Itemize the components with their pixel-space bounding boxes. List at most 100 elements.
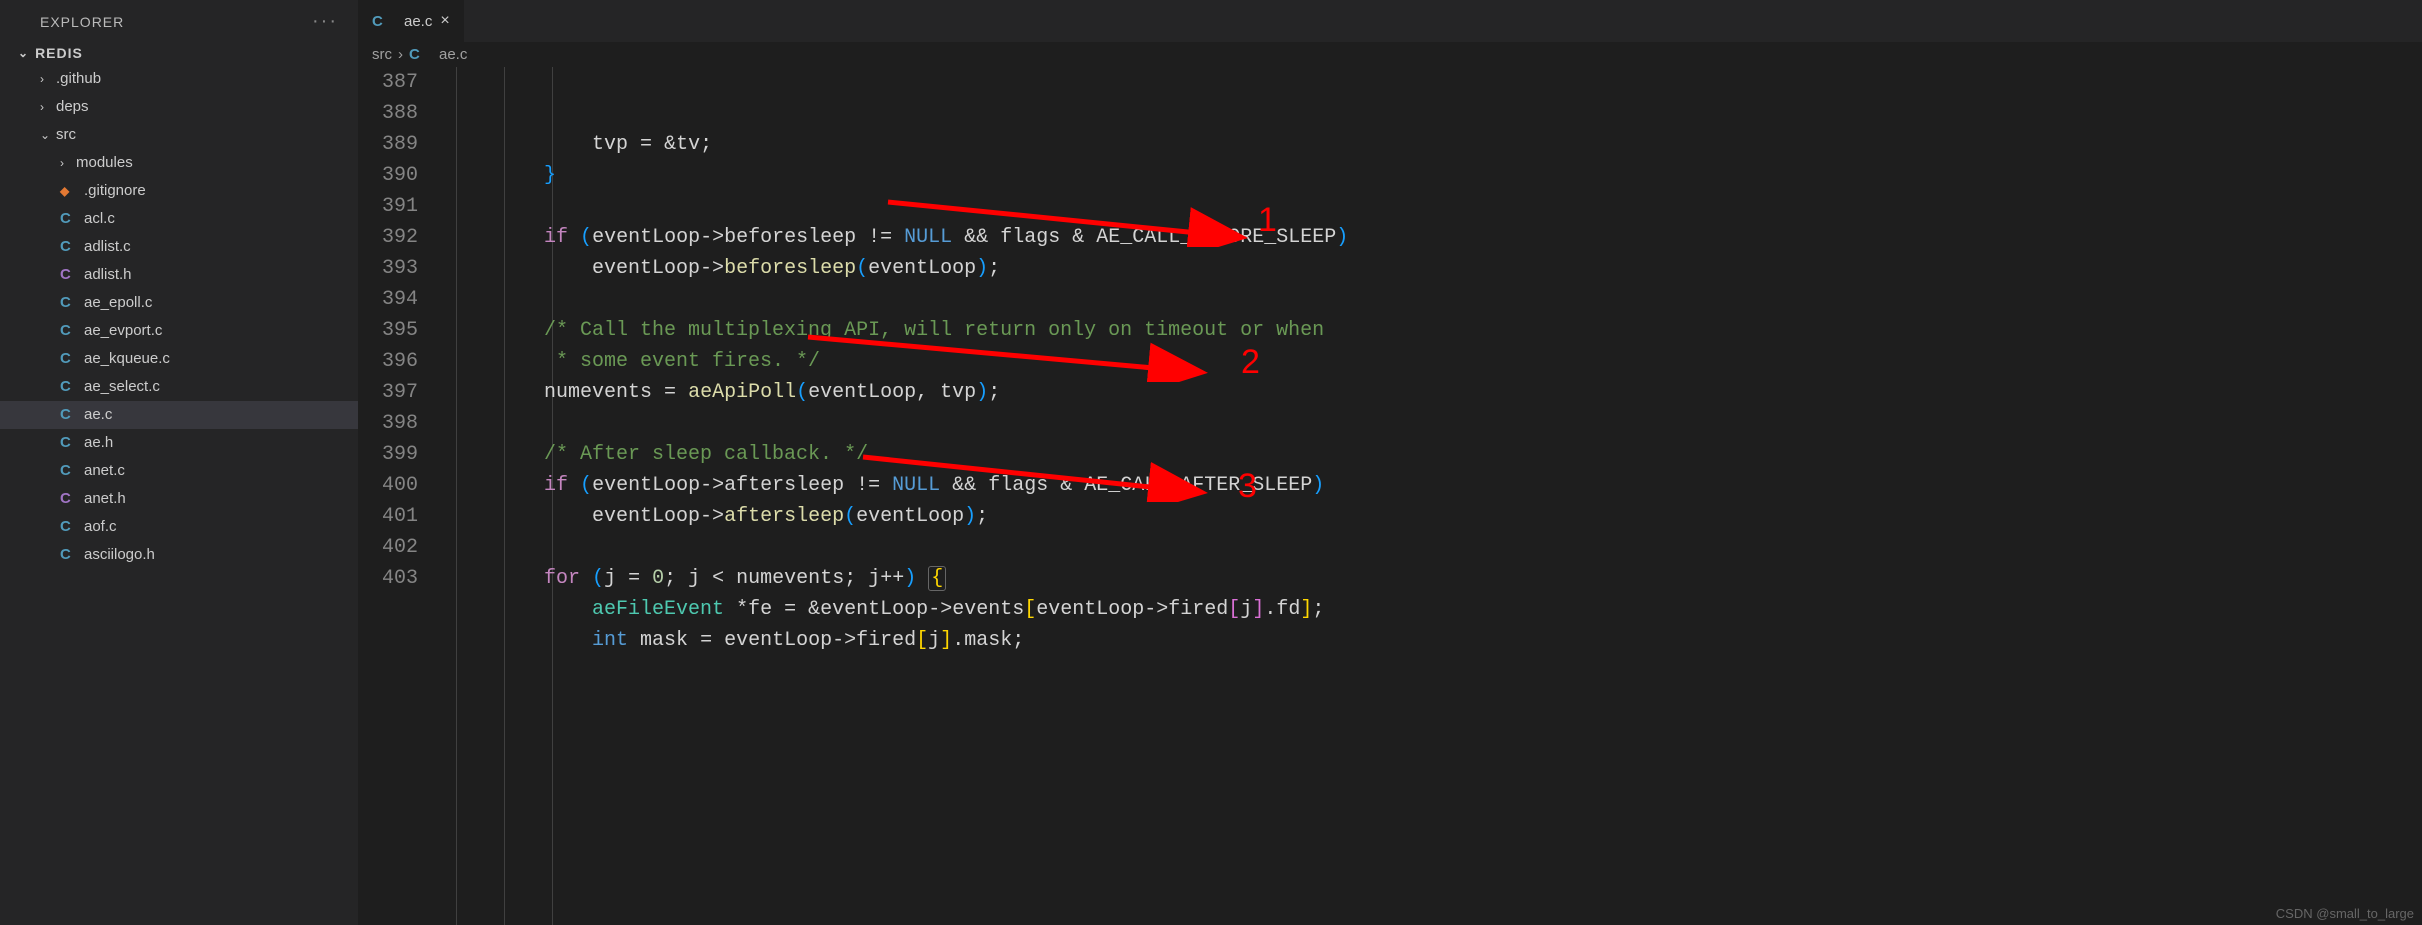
- code-line[interactable]: /* Call the multiplexing API, will retur…: [448, 315, 2422, 346]
- tab-ae-c[interactable]: C ae.c ×: [358, 0, 464, 42]
- c-file-icon: C: [372, 13, 390, 30]
- line-gutter: 3873883893903913923933943953963973983994…: [358, 67, 448, 925]
- breadcrumbs[interactable]: src › C ae.c: [358, 42, 2422, 67]
- line-number: 393: [358, 253, 418, 284]
- tree-item-deps[interactable]: ›deps: [0, 93, 358, 121]
- chevron-right-icon: ›: [40, 93, 56, 121]
- code-line[interactable]: numevents = aeApiPoll(eventLoop, tvp);: [448, 377, 2422, 408]
- tab-label: ae.c: [404, 13, 432, 30]
- tree-item-ae_kqueue-c[interactable]: Cae_kqueue.c: [0, 345, 358, 373]
- chevron-down-icon: ⌄: [40, 121, 56, 149]
- code-line[interactable]: eventLoop->beforesleep(eventLoop);: [448, 253, 2422, 284]
- code-line[interactable]: for (j = 0; j < numevents; j++) {: [448, 563, 2422, 594]
- tree-item-ae_select-c[interactable]: Cae_select.c: [0, 373, 358, 401]
- code-line[interactable]: if (eventLoop->beforesleep != NULL && fl…: [448, 222, 2422, 253]
- tree-item-label: ae_epoll.c: [84, 289, 152, 317]
- c-file-icon: C: [60, 429, 78, 457]
- tree-item--gitignore[interactable]: ◆.gitignore: [0, 177, 358, 205]
- tree-item-acl-c[interactable]: Cacl.c: [0, 205, 358, 233]
- c-file-icon: C: [60, 289, 78, 317]
- tree-item-aof-c[interactable]: Caof.c: [0, 513, 358, 541]
- code-editor[interactable]: 3873883893903913923933943953963973983994…: [358, 67, 2422, 925]
- tree-item-ae-c[interactable]: Cae.c: [0, 401, 358, 429]
- c-file-icon: C: [60, 205, 78, 233]
- line-number: 400: [358, 470, 418, 501]
- close-icon[interactable]: ×: [440, 12, 449, 30]
- tree-item-adlist-h[interactable]: Cadlist.h: [0, 261, 358, 289]
- tree-item-src[interactable]: ⌄src: [0, 121, 358, 149]
- tree-item-label: anet.h: [84, 485, 126, 513]
- tree-item-ae_evport-c[interactable]: Cae_evport.c: [0, 317, 358, 345]
- folder-section-title: REDIS: [35, 45, 83, 61]
- chevron-down-icon: ⌄: [18, 46, 29, 60]
- code-line[interactable]: aeFileEvent *fe = &eventLoop->events[eve…: [448, 594, 2422, 625]
- tree-item-label: ae.c: [84, 401, 112, 429]
- line-number: 402: [358, 532, 418, 563]
- c-file-icon: C: [60, 457, 78, 485]
- breadcrumb-seg[interactable]: src: [372, 46, 392, 63]
- code-line[interactable]: /* After sleep callback. */: [448, 439, 2422, 470]
- tree-item-label: asciilogo.h: [84, 541, 155, 569]
- git-file-icon: ◆: [60, 177, 78, 205]
- line-number: 391: [358, 191, 418, 222]
- tree-item-label: .gitignore: [84, 177, 146, 205]
- code-line[interactable]: [448, 191, 2422, 222]
- breadcrumb-seg[interactable]: ae.c: [439, 46, 467, 63]
- tree-item-label: acl.c: [84, 205, 115, 233]
- chevron-right-icon: ›: [60, 149, 76, 177]
- line-number: 397: [358, 377, 418, 408]
- editor-pane: C ae.c × src › C ae.c 387388389390391392…: [358, 0, 2422, 925]
- line-number: 389: [358, 129, 418, 160]
- tree-item-anet-c[interactable]: Canet.c: [0, 457, 358, 485]
- line-number: 388: [358, 98, 418, 129]
- code-line[interactable]: eventLoop->aftersleep(eventLoop);: [448, 501, 2422, 532]
- tree-item-label: .github: [56, 65, 101, 93]
- explorer-sidebar: EXPLORER ··· ⌄ REDIS ›.github›deps⌄src›m…: [0, 0, 358, 925]
- line-number: 398: [358, 408, 418, 439]
- h-file-icon: C: [60, 485, 78, 513]
- code-line[interactable]: int mask = eventLoop->fired[j].mask;: [448, 625, 2422, 656]
- line-number: 390: [358, 160, 418, 191]
- line-number: 387: [358, 67, 418, 98]
- code-line[interactable]: }: [448, 160, 2422, 191]
- tree-item-label: modules: [76, 149, 133, 177]
- c-file-icon: C: [60, 513, 78, 541]
- explorer-title: EXPLORER: [40, 14, 124, 30]
- code-line[interactable]: [448, 284, 2422, 315]
- tree-item-anet-h[interactable]: Canet.h: [0, 485, 358, 513]
- file-tree: ›.github›deps⌄src›modules◆.gitignoreCacl…: [0, 65, 358, 569]
- breadcrumb-sep: ›: [398, 46, 403, 63]
- tree-item-ae-h[interactable]: Cae.h: [0, 429, 358, 457]
- tree-item-modules[interactable]: ›modules: [0, 149, 358, 177]
- code-line[interactable]: * some event fires. */: [448, 346, 2422, 377]
- tree-item-ae_epoll-c[interactable]: Cae_epoll.c: [0, 289, 358, 317]
- tree-item-label: ae.h: [84, 429, 113, 457]
- code-line[interactable]: [448, 532, 2422, 563]
- tree-item-asciilogo-h[interactable]: Casciilogo.h: [0, 541, 358, 569]
- chevron-right-icon: ›: [40, 65, 56, 93]
- code-line[interactable]: if (eventLoop->aftersleep != NULL && fla…: [448, 470, 2422, 501]
- tree-item--github[interactable]: ›.github: [0, 65, 358, 93]
- tree-item-label: aof.c: [84, 513, 117, 541]
- explorer-more-icon[interactable]: ···: [312, 10, 338, 33]
- code-content[interactable]: tvp = &tv; } if (eventLoop->beforesleep …: [448, 67, 2422, 925]
- line-number: 403: [358, 563, 418, 594]
- tree-item-adlist-c[interactable]: Cadlist.c: [0, 233, 358, 261]
- c-file-icon: C: [60, 401, 78, 429]
- c-file-icon: C: [60, 541, 78, 569]
- tree-item-label: src: [56, 121, 76, 149]
- line-number: 394: [358, 284, 418, 315]
- folder-section-header[interactable]: ⌄ REDIS: [0, 41, 358, 65]
- code-line[interactable]: [448, 408, 2422, 439]
- c-file-icon: C: [60, 345, 78, 373]
- tree-item-label: adlist.h: [84, 261, 132, 289]
- tree-item-label: anet.c: [84, 457, 125, 485]
- tree-item-label: deps: [56, 93, 89, 121]
- tree-item-label: ae_select.c: [84, 373, 160, 401]
- explorer-header: EXPLORER ···: [0, 0, 358, 41]
- watermark: CSDN @small_to_large: [2276, 906, 2414, 921]
- line-number: 399: [358, 439, 418, 470]
- code-line[interactable]: tvp = &tv;: [448, 129, 2422, 160]
- c-file-icon: C: [60, 317, 78, 345]
- c-file-icon: C: [409, 46, 427, 63]
